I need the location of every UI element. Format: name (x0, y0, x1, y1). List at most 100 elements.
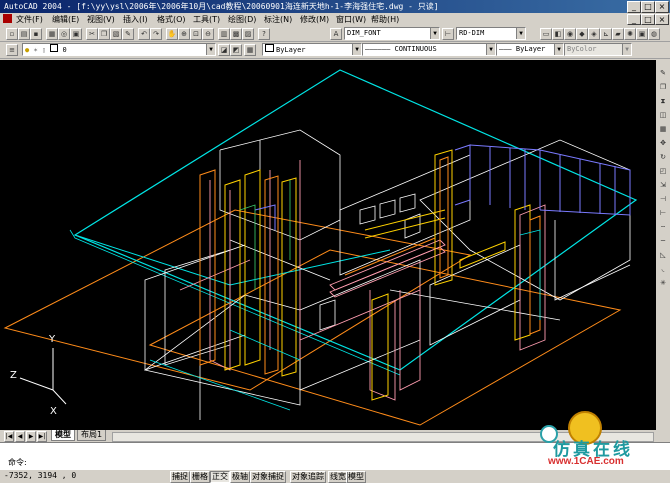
pan-icon[interactable]: ✋ (166, 28, 178, 40)
menu-modify[interactable]: 修改(M) (300, 14, 329, 25)
snap-toggle[interactable]: 捕捉 (170, 471, 190, 483)
document-icon[interactable] (3, 14, 12, 23)
chevron-down-icon[interactable]: ▼ (206, 44, 215, 55)
text-style-icon[interactable]: A (330, 28, 342, 40)
menu-format[interactable]: 格式(O) (157, 14, 186, 25)
chevron-down-icon[interactable]: ▼ (554, 44, 563, 55)
make-current-icon[interactable]: ◪ (218, 44, 230, 56)
stretch-icon[interactable]: ⇲ (658, 180, 668, 190)
command-prompt[interactable]: 命令: (8, 457, 27, 468)
mirror-icon[interactable]: ⧗ (658, 96, 668, 106)
scene-icon[interactable]: ▣ (636, 28, 648, 40)
menu-insert[interactable]: 插入(I) (123, 14, 148, 25)
lineweight-select[interactable]: ——— ByLayer ▼ (496, 43, 564, 56)
menu-tools[interactable]: 工具(T) (193, 14, 220, 25)
save-icon[interactable]: ▪ (30, 28, 42, 40)
menu-file[interactable]: 文件(F) (16, 14, 43, 25)
menu-draw[interactable]: 绘图(D) (228, 14, 256, 25)
join-icon[interactable]: ─ (658, 236, 668, 246)
minimize-button[interactable]: _ (627, 1, 641, 13)
materials-icon[interactable]: ◍ (648, 28, 660, 40)
preview-icon[interactable]: ◎ (58, 28, 70, 40)
polar-toggle[interactable]: 极轴 (230, 471, 250, 483)
chamfer-icon[interactable]: ◺ (658, 250, 668, 260)
publish-icon[interactable]: ▣ (70, 28, 82, 40)
trim-icon[interactable]: ⊣ (658, 194, 668, 204)
dim-style-icon[interactable]: ⊢ (442, 28, 454, 40)
lineweight-toggle[interactable]: 线宽 (328, 471, 348, 483)
properties-icon[interactable]: ▥ (218, 28, 230, 40)
match-properties-icon[interactable]: ✎ (122, 28, 134, 40)
close-button[interactable]: × (655, 1, 669, 13)
layer-manager-icon[interactable]: ≡ (6, 44, 18, 56)
named-views-icon[interactable]: ▭ (540, 28, 552, 40)
redo-icon[interactable]: ↷ (150, 28, 162, 40)
sun-icon[interactable]: ✶ (33, 46, 37, 54)
bulb-icon[interactable]: ● (25, 46, 29, 54)
shade-icon[interactable]: ◆ (576, 28, 588, 40)
command-window[interactable]: 命令: 仿真在线 www.1CAE.com (0, 411, 670, 471)
lock-icon[interactable]: ▯ (42, 46, 46, 54)
copy-object-icon[interactable]: ❐ (658, 82, 668, 92)
prev-tab-button[interactable]: ◀ (15, 431, 25, 442)
chevron-down-icon[interactable]: ▼ (622, 44, 631, 55)
maximize-button[interactable]: □ (641, 1, 655, 13)
explode-icon[interactable]: ✳ (658, 278, 668, 288)
cut-icon[interactable]: ✂ (86, 28, 98, 40)
menu-view[interactable]: 视图(V) (87, 14, 115, 25)
drawing-area[interactable]: Y Z X (0, 60, 656, 430)
new-icon[interactable]: ▫ (6, 28, 18, 40)
chevron-down-icon[interactable]: ▼ (486, 44, 495, 55)
copy-icon[interactable]: ❐ (98, 28, 110, 40)
zoom-window-icon[interactable]: ⊡ (190, 28, 202, 40)
last-tab-button[interactable]: ▶| (37, 431, 47, 442)
layer-previous-icon[interactable]: ◩ (230, 44, 242, 56)
zoom-realtime-icon[interactable]: ⊕ (178, 28, 190, 40)
text-style-select[interactable]: DIM_FONT ▼ (344, 27, 440, 40)
menu-edit[interactable]: 编辑(E) (52, 14, 79, 25)
fillet-icon[interactable]: ◟ (658, 264, 668, 274)
linetype-select[interactable]: —————— CONTINUOUS ▼ (362, 43, 496, 56)
ucs-icon[interactable]: ⊾ (600, 28, 612, 40)
doc-minimize-button[interactable]: _ (627, 14, 641, 25)
3d-views-icon[interactable]: ◧ (552, 28, 564, 40)
menu-window[interactable]: 窗口(W) (336, 14, 366, 25)
ortho-toggle[interactable]: 正交 (210, 471, 230, 483)
rotate-icon[interactable]: ↻ (658, 152, 668, 162)
next-tab-button[interactable]: ▶ (26, 431, 36, 442)
color-control-icon[interactable]: ▦ (244, 44, 256, 56)
extend-icon[interactable]: ⊢ (658, 208, 668, 218)
model-toggle[interactable]: 模型 (346, 471, 366, 483)
light-icon[interactable]: ✺ (624, 28, 636, 40)
help-icon[interactable]: ? (258, 28, 270, 40)
tab-layout1[interactable]: 布局1 (77, 430, 107, 441)
zoom-previous-icon[interactable]: ⊖ (202, 28, 214, 40)
erase-icon[interactable]: ✎ (658, 68, 668, 78)
doc-restore-button[interactable]: □ (641, 14, 655, 25)
scale-icon[interactable]: ◰ (658, 166, 668, 176)
color-select[interactable]: ByLayer ▼ (262, 43, 362, 56)
paste-icon[interactable]: ▧ (110, 28, 122, 40)
tab-model[interactable]: 模型 (51, 430, 75, 441)
orbit-icon[interactable]: ◉ (564, 28, 576, 40)
plotstyle-select[interactable]: ByColor ▼ (564, 43, 632, 56)
chevron-down-icon[interactable]: ▼ (352, 44, 361, 55)
chevron-down-icon[interactable]: ▼ (516, 28, 525, 39)
doc-close-button[interactable]: × (655, 14, 669, 25)
open-icon[interactable]: ▤ (18, 28, 30, 40)
offset-icon[interactable]: ◫ (658, 110, 668, 120)
design-center-icon[interactable]: ▩ (230, 28, 242, 40)
move-icon[interactable]: ✥ (658, 138, 668, 148)
osnap-toggle[interactable]: 对象捕捉 (250, 471, 286, 483)
layer-select[interactable]: ● ✶ ▯ 0 ▼ (22, 43, 216, 56)
undo-icon[interactable]: ↶ (138, 28, 150, 40)
otrack-toggle[interactable]: 对象追踪 (290, 471, 326, 483)
menu-help[interactable]: 帮助(H) (371, 14, 399, 25)
break-icon[interactable]: ╌ (658, 222, 668, 232)
dim-style-select[interactable]: RD-DIM ▼ (456, 27, 526, 40)
menu-dimension[interactable]: 标注(N) (264, 14, 292, 25)
print-icon[interactable]: ▦ (46, 28, 58, 40)
grid-toggle[interactable]: 栅格 (190, 471, 210, 483)
hide-icon[interactable]: ▰ (612, 28, 624, 40)
chevron-down-icon[interactable]: ▼ (430, 28, 439, 39)
